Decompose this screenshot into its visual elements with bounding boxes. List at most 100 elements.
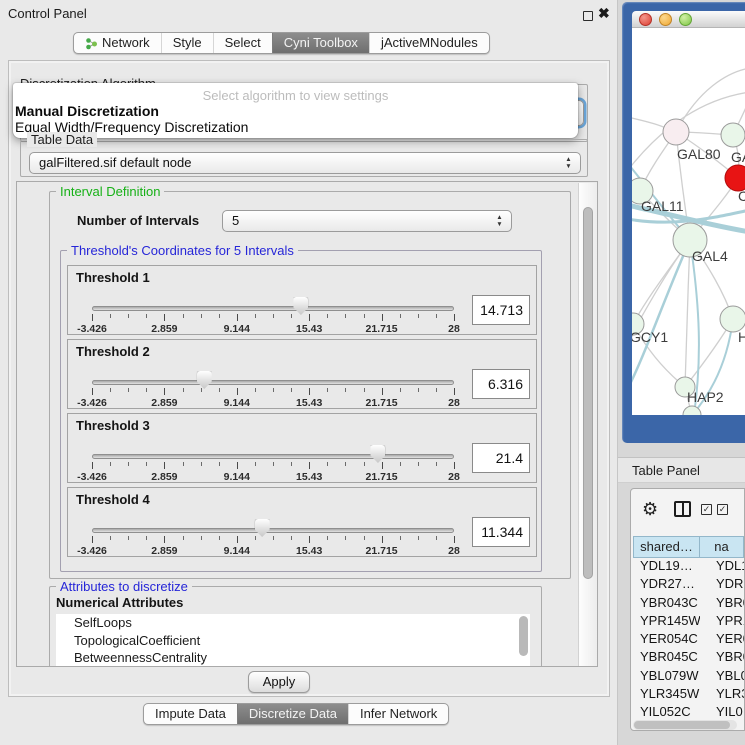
tick-mark	[273, 314, 274, 318]
close-traffic-light-icon[interactable]	[639, 13, 652, 26]
apply-button[interactable]: Apply	[248, 671, 310, 693]
table-row[interactable]: YDR27…YDR2	[633, 576, 744, 594]
table-cell: YBR043C	[633, 595, 700, 613]
combo-stepper-icon[interactable]: ▲▼	[495, 214, 504, 228]
tick-mark	[92, 314, 93, 321]
tick-mark	[345, 314, 346, 318]
interval-definition-group: Interval Definition Number of Intervals …	[49, 191, 571, 579]
slider-track[interactable]	[92, 528, 454, 533]
table-cell: YLR3	[700, 686, 744, 704]
threshold-value-field[interactable]: 21.4	[472, 443, 530, 473]
settings-scrollbar-track[interactable]	[578, 183, 598, 667]
network-node[interactable]	[663, 119, 689, 145]
tab-style[interactable]: Style	[161, 33, 213, 53]
tab-infer-network[interactable]: Infer Network	[348, 704, 448, 724]
tab-label: Style	[173, 33, 202, 53]
attribute-list-item[interactable]: SelfLoops	[56, 614, 530, 632]
gear-icon[interactable]: ⚙	[642, 500, 658, 518]
number-of-intervals-value: 5	[232, 213, 239, 228]
network-view-window[interactable]: GAL80GACGAL11GAL4GCY1HHAP2	[622, 2, 745, 443]
tick-label: 15.43	[296, 471, 322, 483]
tab-select[interactable]: Select	[213, 33, 272, 53]
algorithm-option[interactable]: Manual Discretization	[13, 103, 578, 119]
threshold-slider[interactable]: -3.4262.8599.14415.4321.71528	[68, 340, 468, 410]
tab-network[interactable]: Network	[74, 33, 161, 53]
table-data-combo[interactable]: galFiltered.sif default node ▲▼	[29, 152, 581, 174]
tick-mark	[237, 314, 238, 321]
minimize-traffic-light-icon[interactable]	[659, 13, 672, 26]
tab-discretize-data[interactable]: Discretize Data	[237, 704, 348, 724]
network-node-label: GCY1	[632, 329, 668, 345]
close-icon[interactable]: ✖	[598, 5, 610, 22]
tick-label: 9.144	[224, 323, 250, 335]
tick-label: -3.426	[77, 323, 107, 335]
checked-box-icon[interactable]: ✓	[717, 504, 728, 515]
table-cell: YLR345W	[633, 686, 700, 704]
network-window-titlebar[interactable]	[632, 11, 745, 28]
table-row[interactable]: YBR043CYBR0	[633, 595, 744, 613]
table-row[interactable]: YBR045CYBR0	[633, 649, 744, 667]
tick-mark	[201, 388, 202, 392]
float-window-icon[interactable]	[583, 11, 593, 21]
table-row[interactable]: YIL052CYIL0	[633, 704, 744, 719]
threshold-value-field[interactable]: 11.344	[472, 517, 530, 547]
table-row[interactable]: YPR145WYPR1	[633, 613, 744, 631]
tick-mark	[146, 388, 147, 392]
attributes-group: Attributes to discretize Numerical Attri…	[49, 586, 542, 667]
table-row[interactable]: YER054CYER0	[633, 631, 744, 649]
panel-tabbar: Network Style SelectCyni ToolboxjActiveMNo…	[73, 32, 490, 54]
table-row[interactable]: YBL079WYBL0	[633, 668, 744, 686]
algorithm-option[interactable]: Equal Width/Frequency Discretization	[13, 119, 578, 135]
checked-box-icon[interactable]: ✓	[701, 504, 712, 515]
table-column-header[interactable]: na	[700, 536, 744, 558]
slider-thumb[interactable]	[255, 519, 270, 537]
table-hscrollbar-thumb[interactable]	[634, 721, 730, 729]
tick-mark	[291, 536, 292, 540]
attribute-list-item[interactable]: TopologicalCoefficient	[56, 632, 530, 650]
slider-track[interactable]	[92, 454, 454, 459]
split-columns-icon[interactable]	[674, 501, 691, 517]
tab-cyni-toolbox[interactable]: Cyni Toolbox	[272, 33, 369, 53]
zoom-traffic-light-icon[interactable]	[679, 13, 692, 26]
tick-mark	[291, 388, 292, 392]
combo-stepper-icon[interactable]: ▲▼	[564, 156, 573, 170]
attributes-group-title: Attributes to discretize	[56, 579, 192, 594]
tick-mark	[110, 314, 111, 318]
table-hscrollbar-track[interactable]	[633, 720, 737, 730]
slider-track[interactable]	[92, 306, 454, 311]
attribute-list-item[interactable]: BetweennessCentrality	[56, 649, 530, 666]
tick-mark	[146, 536, 147, 540]
tick-mark	[273, 536, 274, 540]
tab-impute-data[interactable]: Impute Data	[144, 704, 237, 724]
settings-scrollbar-thumb[interactable]	[583, 207, 593, 579]
tick-mark	[183, 314, 184, 318]
table-body: YDL19…YDL1YDR27…YDR2YBR043CYBR0YPR145WYP…	[633, 558, 744, 719]
tick-mark	[364, 314, 365, 318]
table-row[interactable]: YDL19…YDL1	[633, 558, 744, 576]
tab-jactivemnodules[interactable]: jActiveMNodules	[369, 33, 489, 53]
tick-mark	[146, 462, 147, 466]
tick-mark	[110, 388, 111, 392]
slider-thumb[interactable]	[197, 371, 212, 389]
threshold-slider[interactable]: -3.4262.8599.14415.4321.71528	[68, 488, 468, 558]
slider-thumb[interactable]	[293, 297, 308, 315]
threshold-slider[interactable]: -3.4262.8599.14415.4321.71528	[68, 414, 468, 484]
network-canvas[interactable]: GAL80GACGAL11GAL4GCY1HHAP2	[632, 28, 745, 415]
table-row[interactable]: YLR345WYLR3	[633, 686, 744, 704]
tick-mark	[128, 536, 129, 540]
tab-label: Network	[102, 33, 150, 53]
slider-track[interactable]	[92, 380, 454, 385]
table-cell: YBR045C	[633, 649, 700, 667]
number-of-intervals-combo[interactable]: 5 ▲▼	[222, 210, 512, 232]
network-node[interactable]	[721, 123, 745, 147]
threshold-value-field[interactable]: 14.713	[472, 295, 530, 325]
threshold-slider[interactable]: -3.4262.8599.14415.4321.71528	[68, 266, 468, 336]
tick-mark	[255, 314, 256, 318]
tick-mark	[454, 462, 455, 469]
table-cell: YBL079W	[633, 668, 700, 686]
table-column-header[interactable]: shared…	[633, 536, 700, 558]
tick-label: 21.715	[366, 397, 398, 409]
list-scrollbar[interactable]	[519, 616, 528, 656]
slider-thumb[interactable]	[370, 445, 385, 463]
threshold-value-field[interactable]: 6.316	[472, 369, 530, 399]
